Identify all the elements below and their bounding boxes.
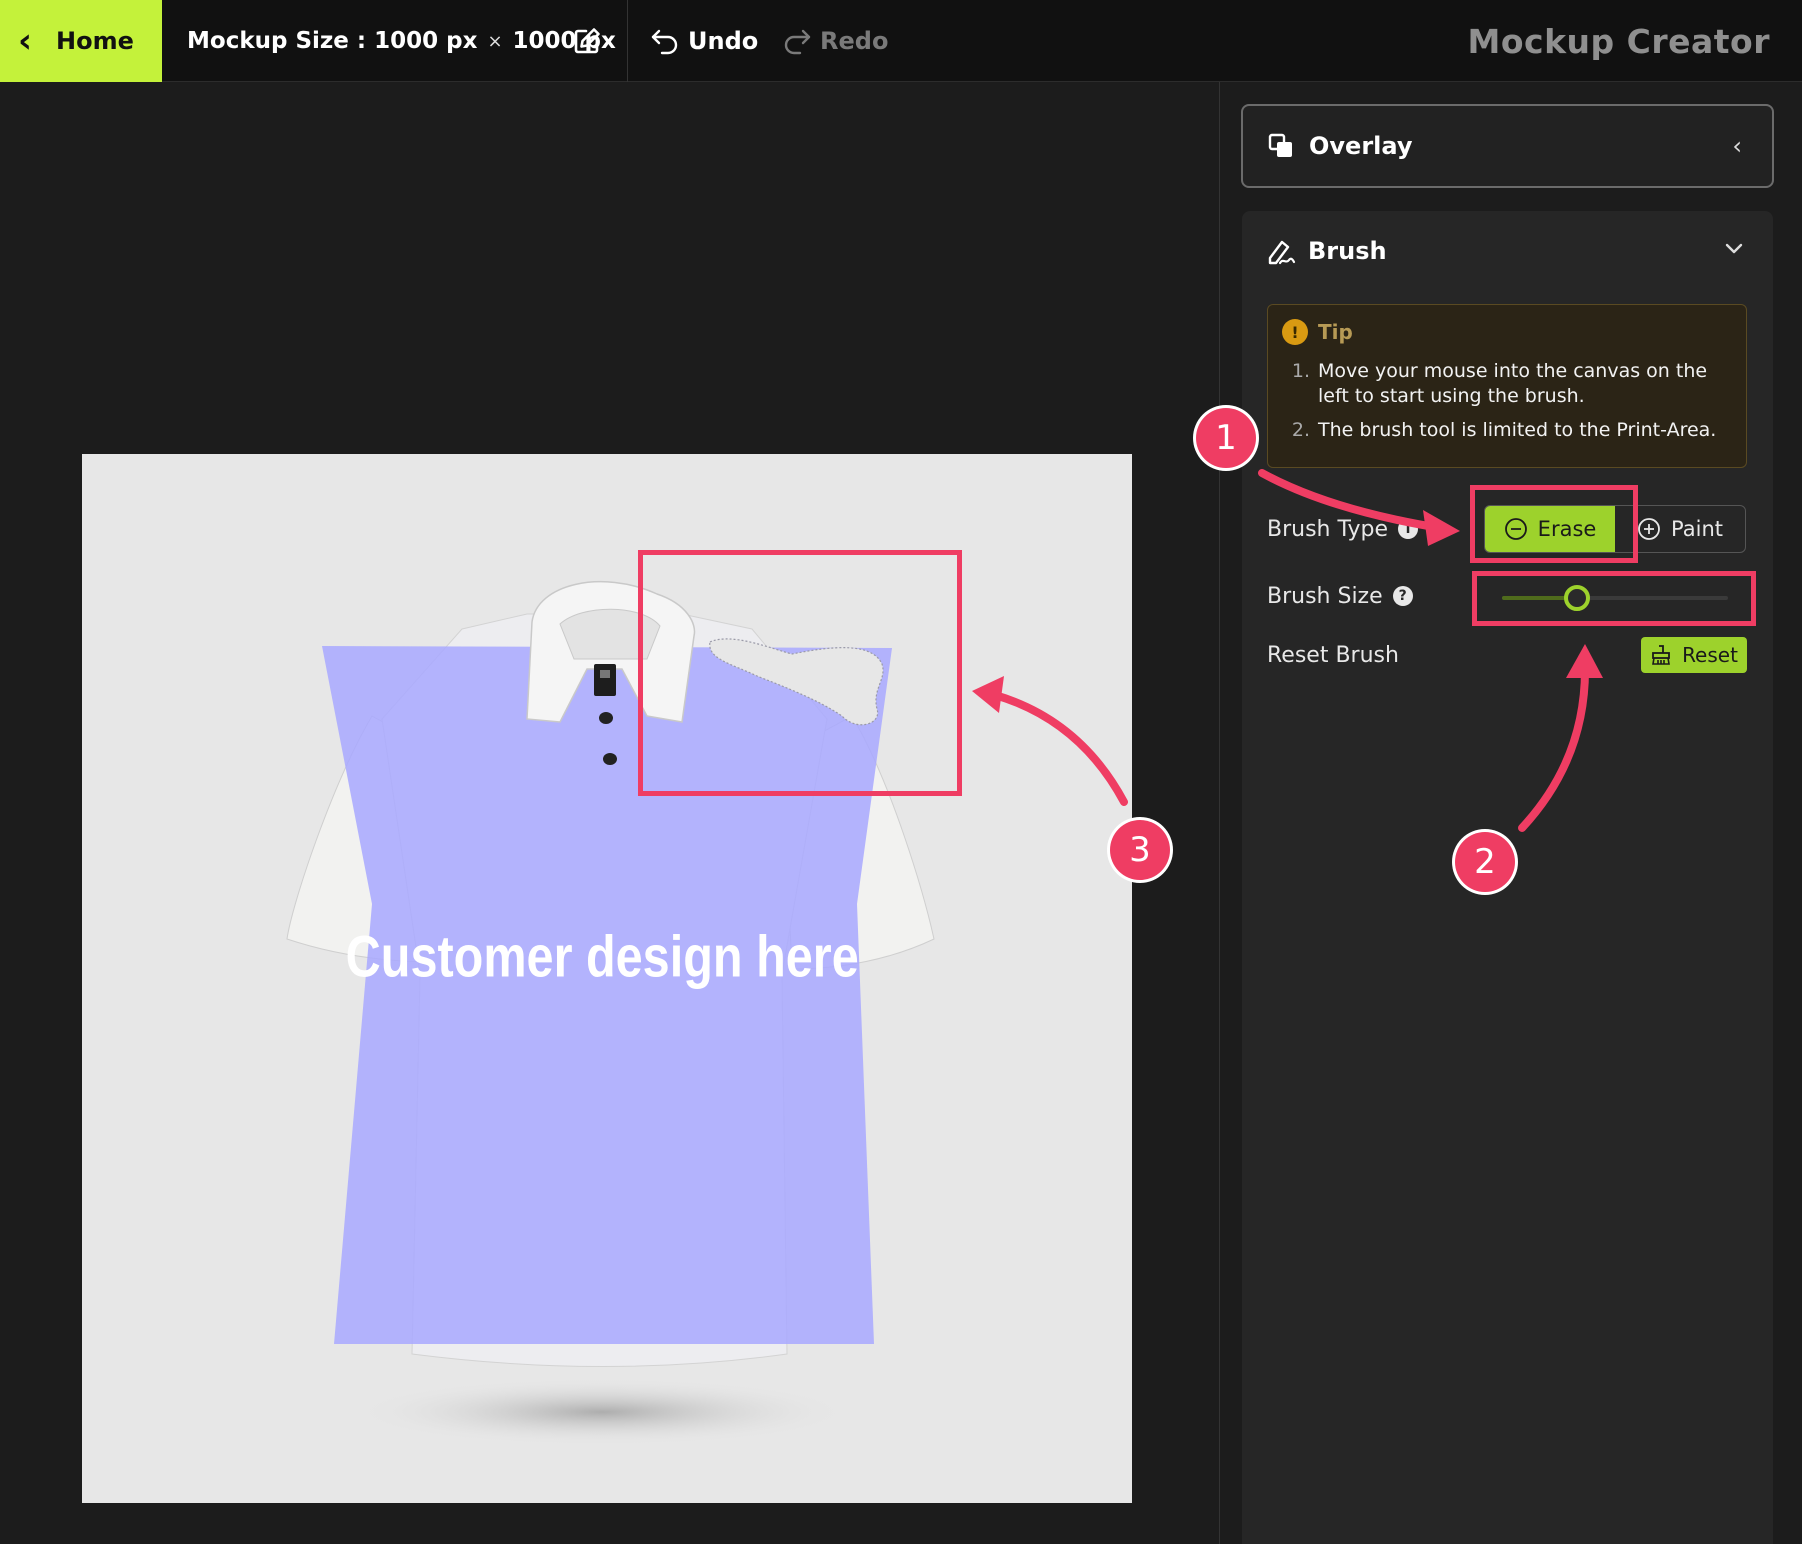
customer-design-placeholder: Customer design here bbox=[346, 925, 859, 990]
brush-title: Brush bbox=[1308, 237, 1387, 265]
brush-size-row: Brush Size ? bbox=[1267, 581, 1413, 611]
brush-size-label: Brush Size bbox=[1267, 583, 1383, 609]
tip-title: ! Tip bbox=[1282, 319, 1732, 345]
reset-label: Reset bbox=[1682, 643, 1738, 667]
home-label: Home bbox=[56, 27, 134, 55]
mockup-size-label: Mockup Size : bbox=[187, 28, 367, 54]
paint-label: Paint bbox=[1671, 517, 1723, 541]
app-title: Mockup Creator bbox=[1467, 21, 1770, 61]
chevron-left-icon[interactable]: ‹ bbox=[1732, 132, 1742, 160]
top-bar: ‹ Home Mockup Size : 1000 px × 1000 px U… bbox=[0, 0, 1802, 82]
info-icon[interactable]: i bbox=[1398, 519, 1419, 539]
undo-label: Undo bbox=[688, 27, 759, 55]
tip-item-number: 1. bbox=[1291, 360, 1310, 382]
reset-brush-label: Reset Brush bbox=[1267, 642, 1399, 668]
undo-button[interactable]: Undo bbox=[650, 0, 758, 82]
annotation-marker-2: 2 bbox=[1455, 832, 1515, 892]
broom-icon bbox=[1652, 645, 1671, 665]
redo-icon bbox=[784, 29, 811, 55]
tip-item-text: The brush tool is limited to the Print-A… bbox=[1318, 419, 1717, 442]
mockup-canvas[interactable]: Customer design here bbox=[82, 454, 1132, 1503]
annotation-box-canvas-area bbox=[638, 550, 962, 796]
brush-section-header[interactable]: Brush bbox=[1266, 232, 1387, 270]
brush-type-label: Brush Type bbox=[1267, 516, 1389, 542]
redo-button[interactable]: Redo bbox=[782, 0, 888, 82]
toolbar-divider bbox=[627, 0, 628, 82]
home-button[interactable]: ‹ Home bbox=[0, 0, 162, 82]
undo-icon bbox=[651, 29, 678, 55]
mockup-artwork: Customer design here bbox=[286, 581, 935, 1446]
chevron-down-icon[interactable] bbox=[1722, 236, 1746, 260]
tip-list: 1. Move your mouse into the canvas on th… bbox=[1282, 359, 1732, 443]
plus-circle-icon bbox=[1638, 518, 1660, 540]
edit-icon[interactable] bbox=[572, 26, 602, 56]
mockup-width: 1000 px bbox=[374, 28, 478, 54]
tip-item: 1. Move your mouse into the canvas on th… bbox=[1282, 359, 1732, 408]
overlay-title: Overlay bbox=[1309, 132, 1413, 160]
chevron-left-icon: ‹ bbox=[18, 21, 33, 61]
annotation-box-brush-size bbox=[1472, 571, 1756, 626]
tip-title-label: Tip bbox=[1318, 320, 1353, 344]
tip-item: 2. The brush tool is limited to the Prin… bbox=[1282, 418, 1732, 443]
times-symbol: × bbox=[487, 30, 503, 52]
help-icon[interactable]: ? bbox=[1392, 586, 1413, 606]
reset-brush-row: Reset Brush bbox=[1267, 638, 1399, 672]
reset-button[interactable]: Reset bbox=[1641, 637, 1747, 673]
shirt-button bbox=[599, 712, 613, 724]
warning-icon: ! bbox=[1282, 319, 1308, 345]
overlay-section-header[interactable]: Overlay ‹ bbox=[1241, 104, 1774, 188]
brush-type-row: Brush Type i bbox=[1267, 514, 1419, 544]
tip-box: ! Tip 1. Move your mouse into the canvas… bbox=[1267, 304, 1747, 468]
shirt-button bbox=[603, 753, 617, 765]
brush-icon bbox=[1268, 240, 1296, 265]
tip-item-text: Move your mouse into the canvas on the l… bbox=[1318, 360, 1708, 407]
annotation-marker-1: 1 bbox=[1196, 408, 1256, 468]
redo-label: Redo bbox=[820, 27, 889, 55]
shirt-tag bbox=[594, 664, 616, 696]
annotation-marker-3: 3 bbox=[1110, 820, 1170, 880]
shirt-shadow bbox=[352, 1378, 852, 1446]
annotation-box-brush-type bbox=[1470, 485, 1638, 563]
tip-item-number: 2. bbox=[1291, 419, 1310, 442]
mockup-size-display: Mockup Size : 1000 px × 1000 px bbox=[187, 0, 616, 82]
overlay-icon bbox=[1268, 133, 1292, 157]
